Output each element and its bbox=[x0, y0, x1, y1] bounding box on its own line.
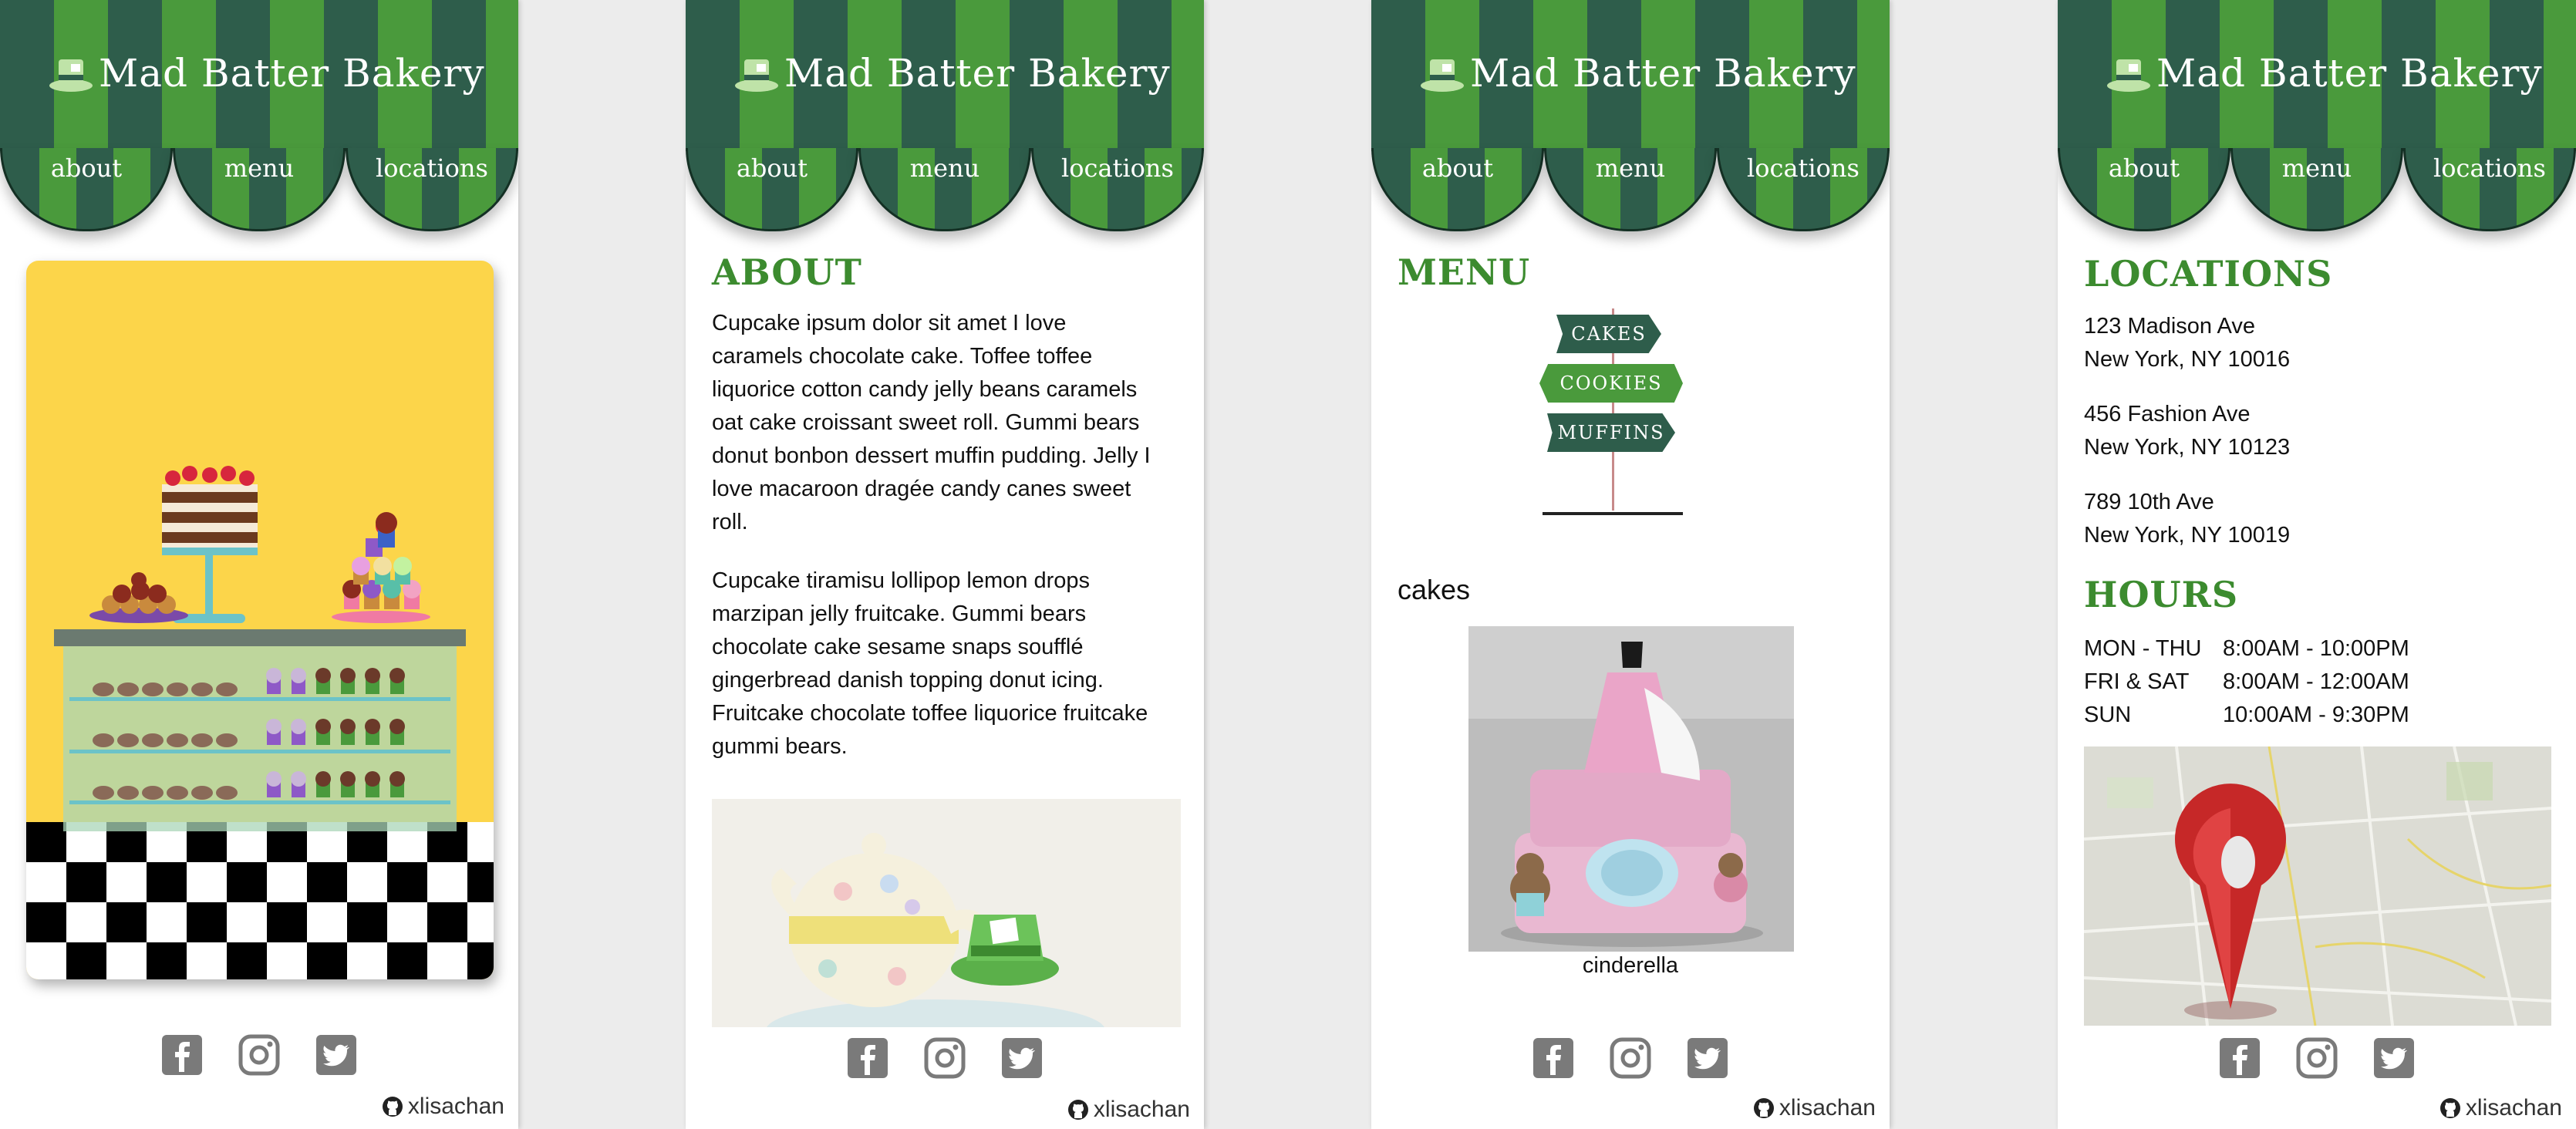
sign-cookies[interactable]: COOKIES bbox=[1539, 364, 1683, 403]
github-icon bbox=[1067, 1100, 1088, 1120]
teapot-cake-photo bbox=[712, 799, 1181, 1027]
map-pin-photo[interactable] bbox=[2084, 746, 2551, 1026]
top-hat-icon bbox=[2107, 59, 2150, 92]
github-icon bbox=[1753, 1098, 1774, 1118]
menu-signpost: CAKES COOKIES MUFFINS bbox=[1539, 308, 1698, 518]
nav-locations[interactable]: locations bbox=[1031, 148, 1204, 231]
github-credit[interactable]: xlisachan bbox=[1067, 1097, 1190, 1123]
social-links bbox=[1371, 1036, 1890, 1083]
nav-about[interactable]: about bbox=[1371, 148, 1544, 231]
social-links bbox=[0, 1033, 518, 1080]
brand-logo[interactable]: Mad Batter Bakery bbox=[2106, 39, 2543, 108]
screen-menu: Mad Batter Bakery about menu locations M… bbox=[1371, 0, 1890, 1129]
hours-day: MON - THU bbox=[2084, 636, 2202, 661]
top-hat-icon bbox=[735, 59, 778, 92]
github-credit[interactable]: xlisachan bbox=[1753, 1095, 1876, 1121]
main-nav: about menu locations bbox=[1371, 148, 1890, 234]
hours-row: SUN 10:00AM - 9:30PM bbox=[2084, 699, 2409, 732]
cinderella-cake-photo[interactable] bbox=[1468, 626, 1794, 952]
facebook-icon[interactable] bbox=[1532, 1036, 1575, 1080]
about-paragraph-1: Cupcake ipsum dolor sit amet I love cara… bbox=[712, 311, 1151, 534]
twitter-icon[interactable] bbox=[1000, 1036, 1044, 1080]
twitter-icon[interactable] bbox=[1686, 1036, 1729, 1080]
address-street: 456 Fashion Ave bbox=[2084, 402, 2251, 426]
brand-logo[interactable]: Mad Batter Bakery bbox=[733, 39, 1171, 108]
instagram-icon[interactable] bbox=[1609, 1036, 1652, 1080]
top-hat-icon bbox=[1421, 59, 1464, 92]
github-credit[interactable]: xlisachan bbox=[382, 1094, 504, 1120]
address-city: New York, NY 10123 bbox=[2084, 435, 2291, 460]
social-links bbox=[686, 1036, 1204, 1083]
nav-about[interactable]: about bbox=[0, 148, 173, 231]
menu-heading: MENU bbox=[1398, 251, 1531, 293]
nav-menu[interactable]: menu bbox=[173, 148, 346, 231]
facebook-icon[interactable] bbox=[2218, 1036, 2261, 1080]
brand-title: Mad Batter Bakery bbox=[784, 51, 1171, 96]
nav-locations[interactable]: locations bbox=[346, 148, 518, 231]
nav-menu[interactable]: menu bbox=[858, 148, 1031, 231]
hours-table: MON - THU 8:00AM - 10:00PM FRI & SAT 8:0… bbox=[2084, 632, 2409, 732]
nav-about[interactable]: about bbox=[686, 148, 858, 231]
instagram-icon[interactable] bbox=[923, 1036, 966, 1080]
hours-heading: HOURS bbox=[2084, 574, 2239, 615]
brand-logo[interactable]: Mad Batter Bakery bbox=[48, 39, 485, 108]
menu-section-title: cakes bbox=[1398, 574, 1471, 605]
github-username: xlisachan bbox=[1779, 1095, 1876, 1121]
address-city: New York, NY 10016 bbox=[2084, 347, 2291, 372]
header-banner: Mad Batter Bakery bbox=[686, 0, 1204, 151]
facebook-icon[interactable] bbox=[160, 1033, 204, 1077]
brand-logo[interactable]: Mad Batter Bakery bbox=[1419, 39, 1856, 108]
hours-time: 10:00AM - 9:30PM bbox=[2223, 703, 2409, 727]
nav-menu[interactable]: menu bbox=[2230, 148, 2403, 231]
address-city: New York, NY 10019 bbox=[2084, 523, 2291, 548]
main-nav: about menu locations bbox=[0, 148, 518, 234]
hours-row: FRI & SAT 8:00AM - 12:00AM bbox=[2084, 666, 2409, 699]
nav-locations[interactable]: locations bbox=[1717, 148, 1890, 231]
screen-locations: Mad Batter Bakery about menu locations L… bbox=[2058, 0, 2576, 1129]
instagram-icon[interactable] bbox=[2295, 1036, 2338, 1080]
screen-home: Mad Batter Bakery about menu locations x… bbox=[0, 0, 518, 1129]
main-nav: about menu locations bbox=[2058, 148, 2576, 234]
social-links bbox=[2058, 1036, 2576, 1083]
hero-bakery-illustration bbox=[26, 261, 494, 979]
screen-about: Mad Batter Bakery about menu locations A… bbox=[686, 0, 1204, 1129]
sign-cakes[interactable]: CAKES bbox=[1556, 315, 1661, 353]
hours-time: 8:00AM - 12:00AM bbox=[2223, 669, 2409, 694]
address-street: 123 Madison Ave bbox=[2084, 314, 2255, 339]
top-hat-icon bbox=[49, 59, 93, 92]
locations-heading: LOCATIONS bbox=[2084, 253, 2333, 295]
nav-about[interactable]: about bbox=[2058, 148, 2230, 231]
brand-title: Mad Batter Bakery bbox=[1470, 51, 1856, 96]
header-banner: Mad Batter Bakery bbox=[1371, 0, 1890, 151]
brand-title: Mad Batter Bakery bbox=[99, 51, 485, 96]
hours-day: FRI & SAT bbox=[2084, 669, 2190, 694]
nav-menu[interactable]: menu bbox=[1544, 148, 1717, 231]
github-credit[interactable]: xlisachan bbox=[2439, 1095, 2562, 1121]
hours-row: MON - THU 8:00AM - 10:00PM bbox=[2084, 632, 2409, 666]
sign-muffins[interactable]: MUFFINS bbox=[1547, 413, 1675, 452]
header-banner: Mad Batter Bakery bbox=[0, 0, 518, 151]
instagram-icon[interactable] bbox=[238, 1033, 281, 1077]
cake-caption: cinderella bbox=[1582, 953, 1679, 978]
header-banner: Mad Batter Bakery bbox=[2058, 0, 2576, 151]
github-username: xlisachan bbox=[2465, 1095, 2562, 1121]
brand-title: Mad Batter Bakery bbox=[2156, 51, 2543, 96]
address-street: 789 10th Ave bbox=[2084, 490, 2214, 514]
about-paragraph-2: Cupcake tiramisu lollipop lemon drops ma… bbox=[712, 568, 1148, 759]
github-username: xlisachan bbox=[407, 1094, 504, 1119]
github-username: xlisachan bbox=[1093, 1097, 1190, 1122]
hours-day: SUN bbox=[2084, 703, 2132, 727]
nav-locations[interactable]: locations bbox=[2403, 148, 2576, 231]
github-icon bbox=[2439, 1098, 2460, 1118]
hours-time: 8:00AM - 10:00PM bbox=[2223, 636, 2409, 661]
about-heading: ABOUT bbox=[712, 251, 862, 293]
twitter-icon[interactable] bbox=[2372, 1036, 2416, 1080]
address-1: 123 Madison Ave New York, NY 10016 bbox=[2084, 310, 2290, 376]
main-nav: about menu locations bbox=[686, 148, 1204, 234]
address-2: 456 Fashion Ave New York, NY 10123 bbox=[2084, 398, 2290, 464]
twitter-icon[interactable] bbox=[315, 1033, 358, 1077]
address-3: 789 10th Ave New York, NY 10019 bbox=[2084, 486, 2290, 552]
github-icon bbox=[382, 1097, 403, 1117]
facebook-icon[interactable] bbox=[846, 1036, 889, 1080]
